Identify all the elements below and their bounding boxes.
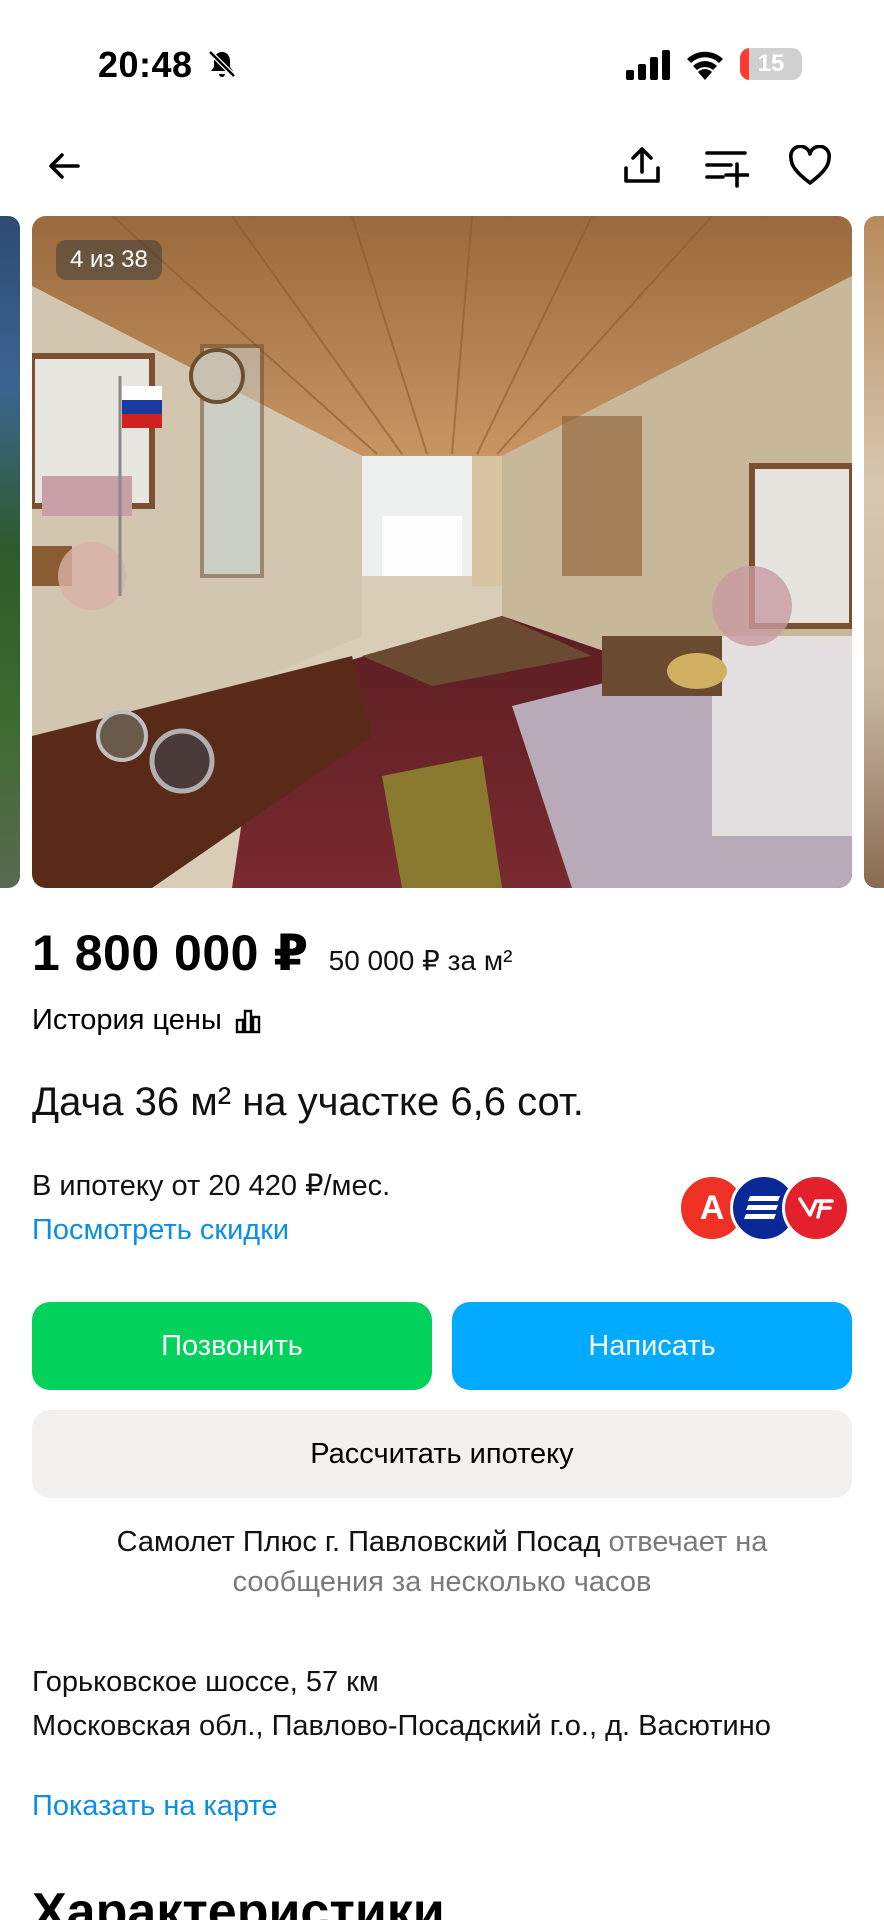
previous-photo[interactable] xyxy=(0,216,20,888)
price: 1 800 000 ₽ xyxy=(32,925,309,981)
discounts-link[interactable]: Посмотреть скидки xyxy=(32,1214,289,1247)
show-on-map-link[interactable]: Показать на карте xyxy=(32,1790,278,1823)
favorite-button[interactable] xyxy=(778,134,842,198)
psb-bank-logo xyxy=(782,1174,850,1242)
battery-indicator: 15 xyxy=(740,48,802,80)
price-row: 1 800 000 ₽ 50 000 ₽ за м² xyxy=(32,924,512,982)
share-button[interactable] xyxy=(610,134,674,198)
price-history-label: История цены xyxy=(32,1004,222,1036)
bell-muted-icon xyxy=(208,50,236,78)
calculate-mortgage-button[interactable]: Рассчитать ипотеку xyxy=(32,1410,852,1498)
call-button[interactable]: Позвонить xyxy=(32,1302,432,1390)
seller-info: Самолет Плюс г. Павловский Посад отвечае… xyxy=(60,1522,824,1602)
photo-gallery[interactable]: 4 из 38 xyxy=(0,216,884,888)
alfa-bank-letter: А xyxy=(699,1188,725,1227)
mortgage-info: В ипотеку от 20 420 ₽/мес. xyxy=(32,1170,391,1202)
room-photo-image xyxy=(32,216,852,888)
listing-title: Дача 36 м² на участке 6,6 сот. xyxy=(32,1080,584,1124)
cellular-signal-icon xyxy=(626,50,670,80)
status-time: 20:48 xyxy=(98,44,193,85)
battery-level: 15 xyxy=(757,50,785,77)
address-highway: Горьковское шоссе, 57 км xyxy=(32,1666,379,1698)
back-arrow-icon xyxy=(49,153,80,179)
share-icon xyxy=(624,147,660,183)
characteristics-heading: Характеристики xyxy=(32,1883,445,1920)
write-button[interactable]: Написать xyxy=(452,1302,852,1390)
heart-icon xyxy=(789,145,831,185)
compare-button[interactable] xyxy=(694,134,758,198)
psb-mark-icon xyxy=(798,1197,834,1219)
wifi-icon xyxy=(687,51,723,80)
price-per-m2: 50 000 ₽ за м² xyxy=(328,945,513,976)
address-block: Горьковское шоссе, 57 км Московская обл.… xyxy=(32,1660,852,1748)
bank-logos[interactable]: А xyxy=(678,1174,850,1242)
address-full: Московская обл., Павлово-Посадский г.о.,… xyxy=(32,1710,771,1742)
price-history-link[interactable]: История цены xyxy=(32,1004,262,1037)
main-photo[interactable]: 4 из 38 xyxy=(32,216,852,888)
vtb-stripes-icon xyxy=(744,1196,780,1219)
bar-chart-icon xyxy=(235,1009,260,1033)
status-bar: 20:48 15 xyxy=(0,0,884,120)
seller-name: Самолет Плюс г. Павловский Посад xyxy=(116,1526,601,1558)
compare-icon xyxy=(705,151,749,188)
top-toolbar xyxy=(0,120,884,216)
back-button[interactable] xyxy=(32,134,96,198)
next-photo[interactable] xyxy=(864,216,884,888)
photo-counter: 4 из 38 xyxy=(56,240,162,280)
